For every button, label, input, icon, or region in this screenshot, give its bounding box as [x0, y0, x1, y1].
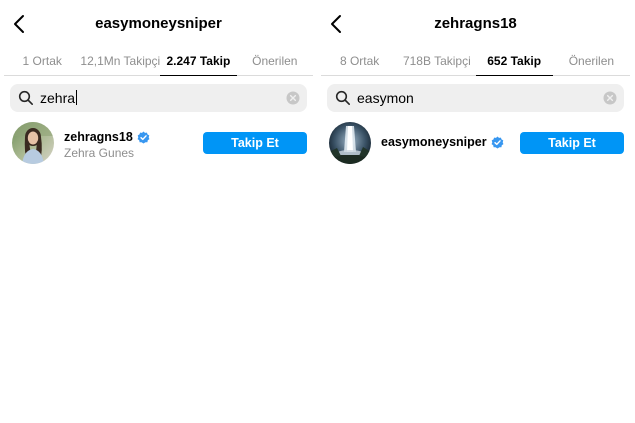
search-query-text: zehra	[40, 90, 76, 106]
search-input[interactable]: easymon	[327, 84, 624, 112]
tab-following[interactable]: 652 Takip	[475, 48, 553, 76]
tab-bar: 1 Ortak 12,1Mn Takipçi 2.247 Takip Öneri…	[4, 48, 313, 76]
username-text: easymoneysniper	[381, 135, 487, 149]
header: easymoneysniper	[4, 0, 313, 48]
profile-title: easymoneysniper	[95, 15, 222, 32]
screenshot-composite: easymoneysniper 1 Ortak 12,1Mn Takipçi 2…	[0, 0, 635, 423]
text-caret	[76, 90, 78, 105]
clear-search-icon[interactable]	[286, 91, 300, 105]
verified-badge-icon	[491, 136, 504, 148]
tab-followers[interactable]: 12,1Mn Takipçi	[80, 48, 160, 75]
username-text: zehragns18	[64, 130, 133, 144]
search-icon	[18, 90, 33, 105]
verified-badge-icon	[137, 131, 150, 143]
user-result-row[interactable]: easymoneysniper Takip Et	[321, 120, 630, 168]
username[interactable]: easymoneysniper	[381, 135, 504, 149]
search-icon	[335, 90, 350, 105]
search-query: easymon	[357, 89, 414, 107]
tab-following[interactable]: 2.247 Takip	[160, 48, 237, 76]
profile-title: zehragns18	[434, 15, 517, 32]
clear-search-icon[interactable]	[603, 91, 617, 105]
search-query-text: easymon	[357, 90, 414, 106]
user-result-row[interactable]: zehragns18 Zehra Gunes Takip Et	[4, 120, 313, 168]
username[interactable]: zehragns18	[64, 130, 150, 144]
following-panel-right: zehragns18 8 Ortak 718B Takipçi 652 Taki…	[321, 0, 630, 423]
search-input[interactable]: zehra	[10, 84, 307, 112]
tab-mutual[interactable]: 8 Ortak	[321, 48, 398, 75]
tab-mutual[interactable]: 1 Ortak	[4, 48, 80, 75]
tab-bar: 8 Ortak 718B Takipçi 652 Takip Önerilen	[321, 48, 630, 76]
full-name: Zehra Gunes	[64, 146, 135, 160]
following-panel-left: easymoneysniper 1 Ortak 12,1Mn Takipçi 2…	[4, 0, 313, 423]
tab-followers[interactable]: 718B Takipçi	[398, 48, 475, 75]
avatar[interactable]	[12, 122, 54, 164]
search-query: zehra	[40, 89, 78, 107]
header: zehragns18	[321, 0, 630, 48]
follow-button[interactable]: Takip Et	[203, 132, 307, 154]
avatar[interactable]	[329, 122, 371, 164]
follow-button[interactable]: Takip Et	[520, 132, 624, 154]
tab-suggested[interactable]: Önerilen	[553, 48, 630, 75]
tab-suggested[interactable]: Önerilen	[237, 48, 313, 75]
